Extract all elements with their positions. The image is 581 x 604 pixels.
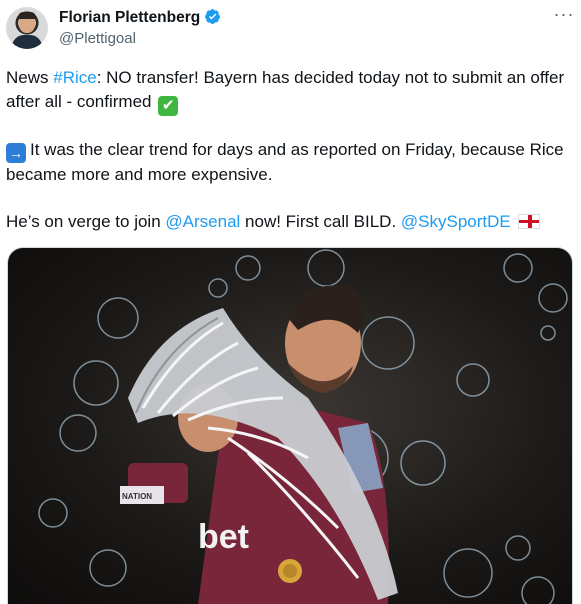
hashtag-link[interactable]: #Rice (53, 68, 96, 87)
display-name[interactable]: Florian Plettenberg (59, 8, 221, 27)
display-name-text[interactable]: Florian Plettenberg (59, 9, 200, 26)
jersey-text: bet (198, 518, 249, 556)
england-flag-emoji-icon (517, 214, 540, 229)
check-mark-emoji-icon: ✔ (158, 96, 179, 116)
text-segment: It was the clear trend for days and as r… (6, 140, 564, 184)
sleeve-patch-text: NATION (122, 492, 152, 501)
more-options-icon[interactable]: ··· (553, 5, 575, 28)
mention-arsenal-link[interactable]: @Arsenal (165, 212, 240, 231)
right-arrow-emoji-icon: → (6, 143, 26, 163)
text-segment: now! First call BILD. (240, 212, 401, 231)
text-segment: News (6, 68, 54, 87)
verified-badge-icon (205, 9, 221, 24)
avatar-suit (12, 35, 42, 49)
tweet-paragraph-3: He’s on verge to join @Arsenal now! Firs… (6, 210, 566, 234)
photo-illustration: bet NATION (38, 249, 568, 604)
user-handle[interactable]: @Plettigoal (59, 30, 136, 47)
medal-inner (283, 564, 297, 578)
text-segment: He’s on verge to join (6, 212, 166, 231)
mention-skysport-link[interactable]: @SkySportDE (401, 212, 511, 231)
avatar[interactable] (6, 7, 48, 49)
avatar-hair (18, 12, 36, 19)
tweet-paragraph-1: News #Rice: NO transfer! Bayern has deci… (6, 66, 566, 116)
tweet-header: Florian Plettenberg @Plettigoal ··· (0, 0, 581, 60)
tweet-photo[interactable]: bet NATION (7, 247, 573, 604)
tweet-paragraph-2: → It was the clear trend for days and as … (6, 138, 566, 187)
